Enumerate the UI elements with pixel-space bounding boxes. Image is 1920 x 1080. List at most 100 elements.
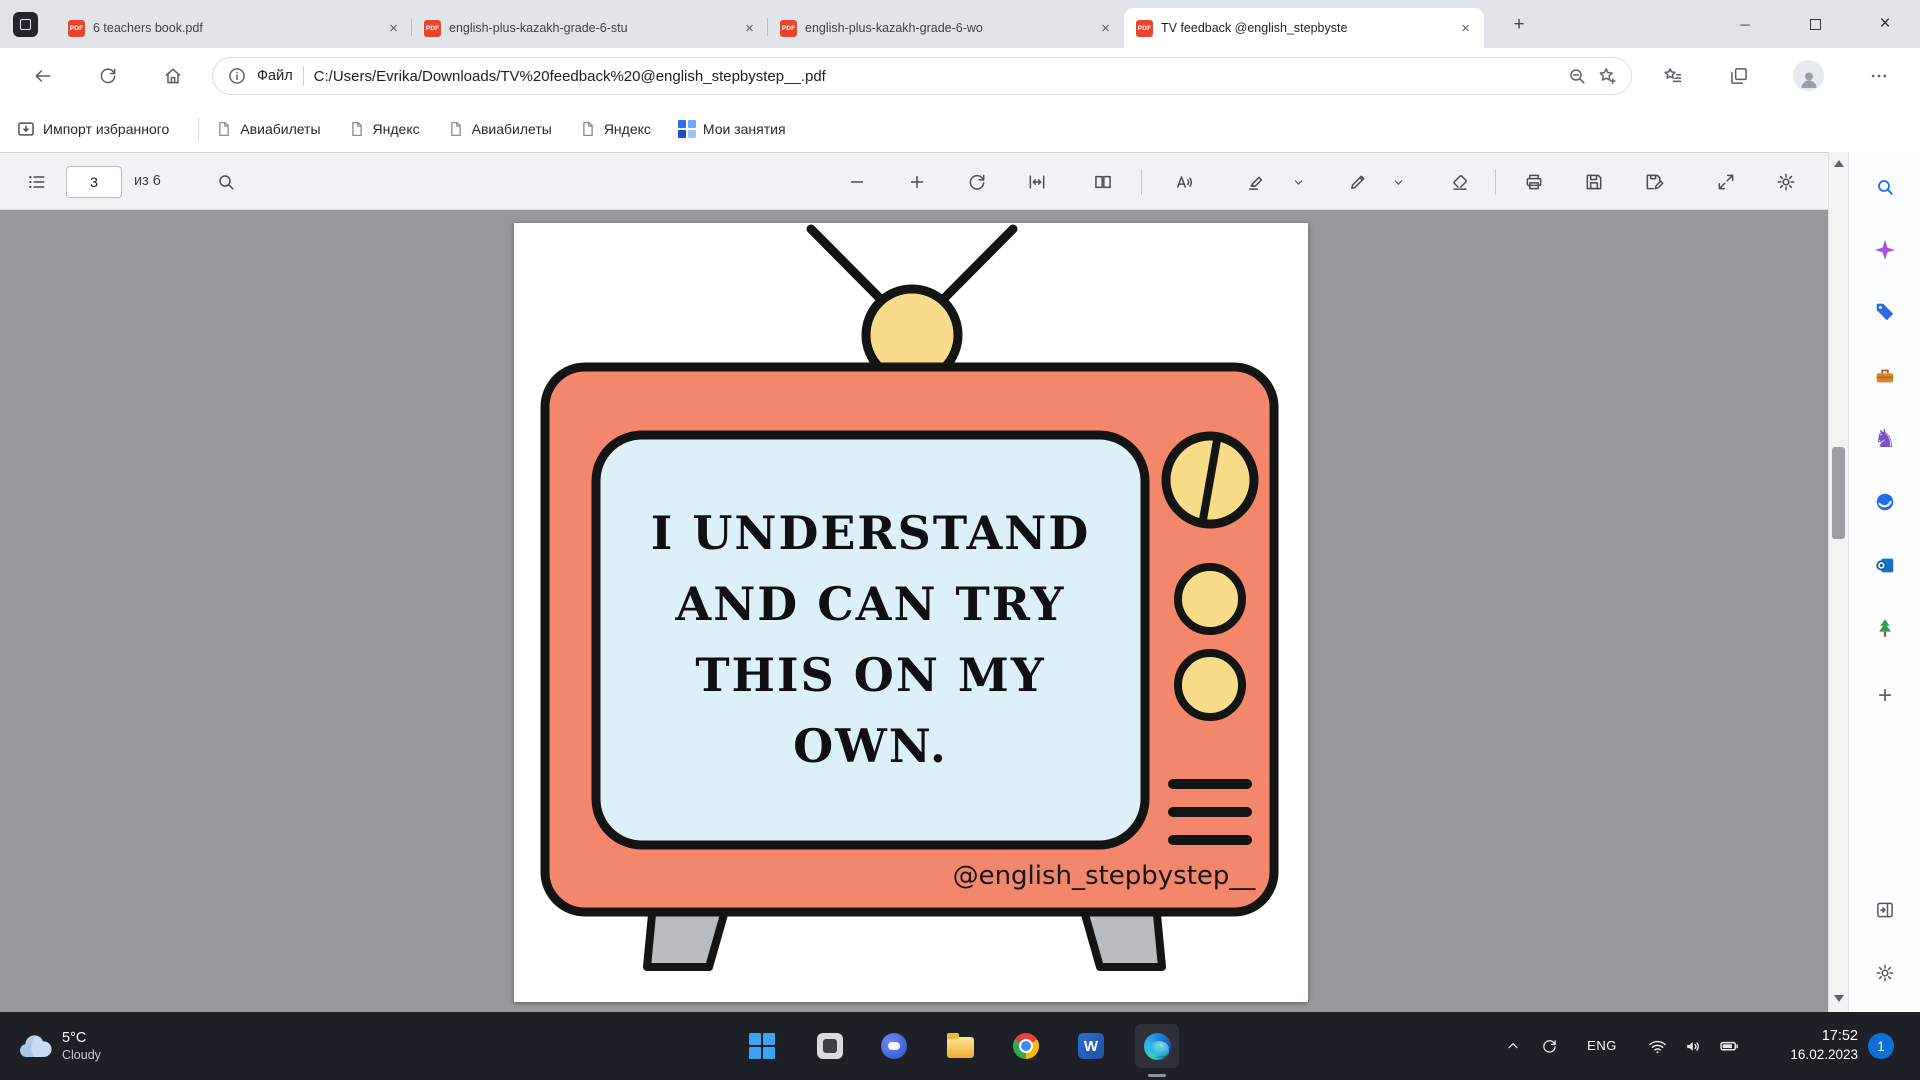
m365-icon <box>1874 491 1896 513</box>
bookmark-yandex-2[interactable]: Яндекс <box>579 120 651 138</box>
erase-button[interactable] <box>1444 166 1476 198</box>
add-favorite-icon[interactable] <box>1597 66 1617 86</box>
vertical-scrollbar[interactable] <box>1828 152 1848 1012</box>
tab-tv-feedback-active[interactable]: PDF TV feedback @english_stepbyste × <box>1124 8 1484 48</box>
home-button[interactable] <box>156 59 190 93</box>
draw-options-chevron-icon[interactable] <box>1388 166 1408 198</box>
sidebar-copilot-button[interactable] <box>1865 230 1905 270</box>
browser-menu-button[interactable] <box>1862 59 1896 93</box>
draw-button[interactable] <box>1342 166 1374 198</box>
chrome-button[interactable] <box>1004 1024 1048 1068</box>
sidebar-toolbox-button[interactable] <box>1865 356 1905 396</box>
refresh-button[interactable] <box>91 59 125 93</box>
back-button[interactable] <box>26 59 60 93</box>
maximize-icon <box>1810 19 1821 30</box>
close-button[interactable]: × <box>1850 0 1920 48</box>
sidebar-grow-button[interactable] <box>1865 608 1905 648</box>
toolbar-divider <box>1495 169 1496 195</box>
weather-widget[interactable]: 5°C Cloudy <box>18 1012 101 1080</box>
print-button[interactable] <box>1518 166 1550 198</box>
sidebar-search-button[interactable] <box>1865 167 1905 207</box>
favorites-divider <box>198 118 199 140</box>
bookmark-page-icon <box>579 120 597 138</box>
highlight-options-chevron-icon[interactable] <box>1288 166 1308 198</box>
rotate-button[interactable] <box>961 166 993 198</box>
tab-student-book[interactable]: PDF english-plus-kazakh-grade-6-stu × <box>412 8 768 48</box>
import-favorites-button[interactable]: Импорт избранного <box>16 119 169 139</box>
pdf-file-icon: PDF <box>68 20 85 37</box>
notification-badge[interactable]: 1 <box>1868 1033 1894 1059</box>
zoom-in-button[interactable] <box>901 166 933 198</box>
workspaces-icon[interactable] <box>13 12 38 37</box>
sidebar-add-button[interactable]: + <box>1865 676 1905 716</box>
scrollbar-thumb[interactable] <box>1832 447 1845 539</box>
sidebar-shopping-button[interactable] <box>1865 292 1905 332</box>
file-explorer-button[interactable] <box>938 1024 982 1068</box>
sidebar-games-button[interactable]: ♞ <box>1865 418 1905 458</box>
tray-sync-button[interactable] <box>1532 1028 1566 1064</box>
address-bar[interactable]: Файл C:/Users/Evrika/Downloads/TV%20feed… <box>212 57 1632 95</box>
tab-close-icon[interactable]: × <box>1457 20 1474 37</box>
read-aloud-icon <box>1174 172 1194 192</box>
pdf-settings-button[interactable] <box>1770 166 1802 198</box>
import-favorites-icon <box>16 119 36 139</box>
toc-button[interactable] <box>21 166 53 198</box>
edge-button[interactable] <box>1135 1024 1179 1068</box>
bookmark-yandex-1[interactable]: Яндекс <box>348 120 420 138</box>
tv-speaker-line <box>1168 835 1252 845</box>
fit-to-width-button[interactable] <box>1021 166 1053 198</box>
open-in-sidebar-button[interactable] <box>1865 890 1905 930</box>
read-aloud-button[interactable] <box>1168 166 1200 198</box>
page-view-button[interactable] <box>1087 166 1119 198</box>
clock-widget[interactable]: 17:52 16.02.2023 <box>1752 1028 1858 1062</box>
fit-width-icon <box>1027 172 1047 192</box>
battery-button[interactable] <box>1712 1028 1746 1064</box>
maximize-button[interactable] <box>1780 0 1850 48</box>
toolbox-icon <box>1874 365 1896 387</box>
tab-close-icon[interactable]: × <box>741 20 758 37</box>
save-icon <box>1584 172 1604 192</box>
printer-icon <box>1524 172 1544 192</box>
collections-button[interactable] <box>1722 59 1756 93</box>
tab-close-icon[interactable]: × <box>385 20 402 37</box>
profile-avatar[interactable] <box>1793 60 1824 91</box>
bookmark-aviabilety-1[interactable]: Авиабилеты <box>215 120 320 138</box>
tab-workbook[interactable]: PDF english-plus-kazakh-grade-6-wo × <box>768 8 1124 48</box>
new-tab-button[interactable]: + <box>1506 12 1532 38</box>
window-controls: ─ × <box>1710 0 1920 48</box>
scroll-up-icon[interactable] <box>1834 160 1844 167</box>
zoom-out-button[interactable] <box>841 166 873 198</box>
word-button[interactable]: W <box>1069 1024 1113 1068</box>
wifi-button[interactable] <box>1640 1028 1674 1064</box>
bookmark-label: Авиабилеты <box>240 121 320 137</box>
sync-icon <box>1541 1038 1558 1055</box>
volume-button[interactable] <box>1676 1028 1710 1064</box>
sidebar-m365-button[interactable] <box>1865 482 1905 522</box>
sidebar-outlook-button[interactable] <box>1865 545 1905 585</box>
tab-close-icon[interactable]: × <box>1097 20 1114 37</box>
tab-teachers-book[interactable]: PDF 6 teachers book.pdf × <box>56 8 412 48</box>
save-as-button[interactable] <box>1638 166 1670 198</box>
highlight-button[interactable] <box>1240 166 1272 198</box>
page-number-input[interactable] <box>66 166 122 198</box>
cloud-icon <box>18 1033 52 1060</box>
bookmark-aviabilety-2[interactable]: Авиабилеты <box>447 120 552 138</box>
task-view-button[interactable] <box>808 1024 852 1068</box>
bookmark-moi-zanyatiya[interactable]: Мои занятия <box>678 120 786 138</box>
minimize-button[interactable]: ─ <box>1710 0 1780 48</box>
gear-icon <box>1875 963 1895 983</box>
tray-overflow-button[interactable] <box>1496 1028 1530 1064</box>
start-button[interactable] <box>740 1024 784 1068</box>
pdf-search-button[interactable] <box>210 166 242 198</box>
tab-title: english-plus-kazakh-grade-6-wo <box>805 21 1089 35</box>
zoom-indicator-icon[interactable] <box>1567 66 1587 86</box>
favorites-button[interactable] <box>1656 59 1690 93</box>
save-button[interactable] <box>1578 166 1610 198</box>
chat-app-button[interactable] <box>872 1024 916 1068</box>
page-info-icon[interactable] <box>227 66 247 86</box>
sidebar-settings-button[interactable] <box>1865 953 1905 993</box>
language-indicator[interactable]: ENG <box>1578 1038 1626 1053</box>
fullscreen-button[interactable] <box>1710 166 1742 198</box>
pdf-file-icon: PDF <box>424 20 441 37</box>
scroll-down-icon[interactable] <box>1834 995 1844 1002</box>
